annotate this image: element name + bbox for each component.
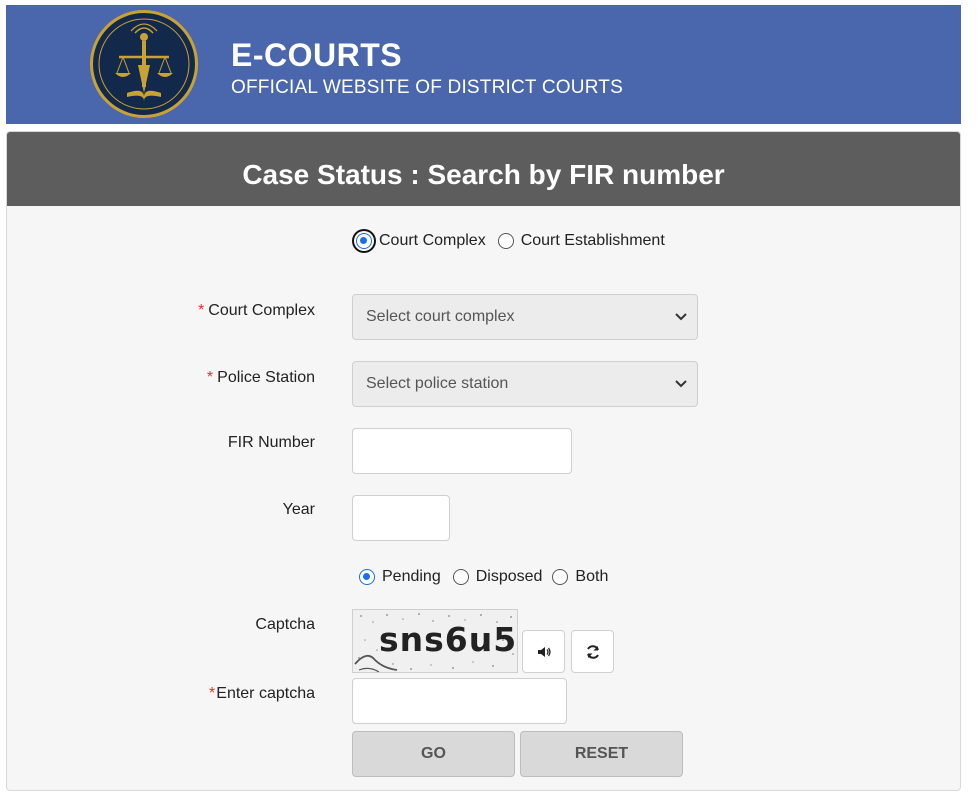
disposed-radio[interactable] <box>452 569 469 585</box>
case-status-group: Pending Disposed Both <box>359 568 620 586</box>
go-button[interactable]: GO <box>352 731 515 777</box>
pending-radio-label[interactable]: Pending <box>382 568 441 586</box>
reset-button[interactable]: RESET <box>520 731 683 777</box>
fir-number-label: FIR Number <box>227 434 315 451</box>
required-marker: * <box>209 685 216 702</box>
captcha-label: Captcha <box>255 616 315 633</box>
speaker-icon <box>537 646 551 657</box>
both-radio[interactable] <box>552 569 569 585</box>
enter-captcha-input[interactable] <box>352 678 567 724</box>
case-status-panel: Case Status : Search by FIR number Court… <box>6 131 961 791</box>
panel-title: Case Status : Search by FIR number <box>7 132 960 206</box>
both-radio-label[interactable]: Both <box>575 568 608 586</box>
year-input[interactable] <box>352 495 450 541</box>
fir-number-input[interactable] <box>352 428 572 474</box>
police-station-select[interactable]: Select police station <box>352 361 698 407</box>
required-marker: * <box>206 369 214 386</box>
chevron-down-icon <box>675 313 687 321</box>
chevron-down-icon <box>675 380 687 388</box>
site-title: E-COURTS <box>231 37 403 73</box>
site-subtitle: OFFICIAL WEBSITE OF DISTRICT COURTS <box>231 77 623 98</box>
enter-captcha-label: *Enter captcha <box>209 685 315 702</box>
required-marker: * <box>198 302 205 319</box>
year-label: Year <box>282 501 315 518</box>
court-complex-select[interactable]: Select court complex <box>352 294 698 340</box>
pending-radio[interactable] <box>359 569 375 585</box>
court-establishment-radio[interactable] <box>497 233 514 249</box>
captcha-audio-button[interactable] <box>522 630 565 673</box>
captcha-text: sns6u5 <box>379 620 518 659</box>
search-type-group: Court Complex Court Establishment <box>356 232 677 250</box>
captcha-refresh-button[interactable] <box>571 630 614 673</box>
court-establishment-radio-label[interactable]: Court Establishment <box>521 232 665 250</box>
captcha-image: sns6u5 <box>352 609 518 673</box>
police-station-label: * Police Station <box>206 369 315 386</box>
court-complex-radio-label[interactable]: Court Complex <box>379 232 486 250</box>
site-header: E-COURTS OFFICIAL WEBSITE OF DISTRICT CO… <box>6 5 961 124</box>
ecourts-emblem-icon[interactable] <box>90 10 198 118</box>
court-complex-radio[interactable] <box>356 233 372 249</box>
court-complex-label: * Court Complex <box>198 302 315 319</box>
disposed-radio-label[interactable]: Disposed <box>476 568 543 586</box>
refresh-icon <box>586 644 599 659</box>
